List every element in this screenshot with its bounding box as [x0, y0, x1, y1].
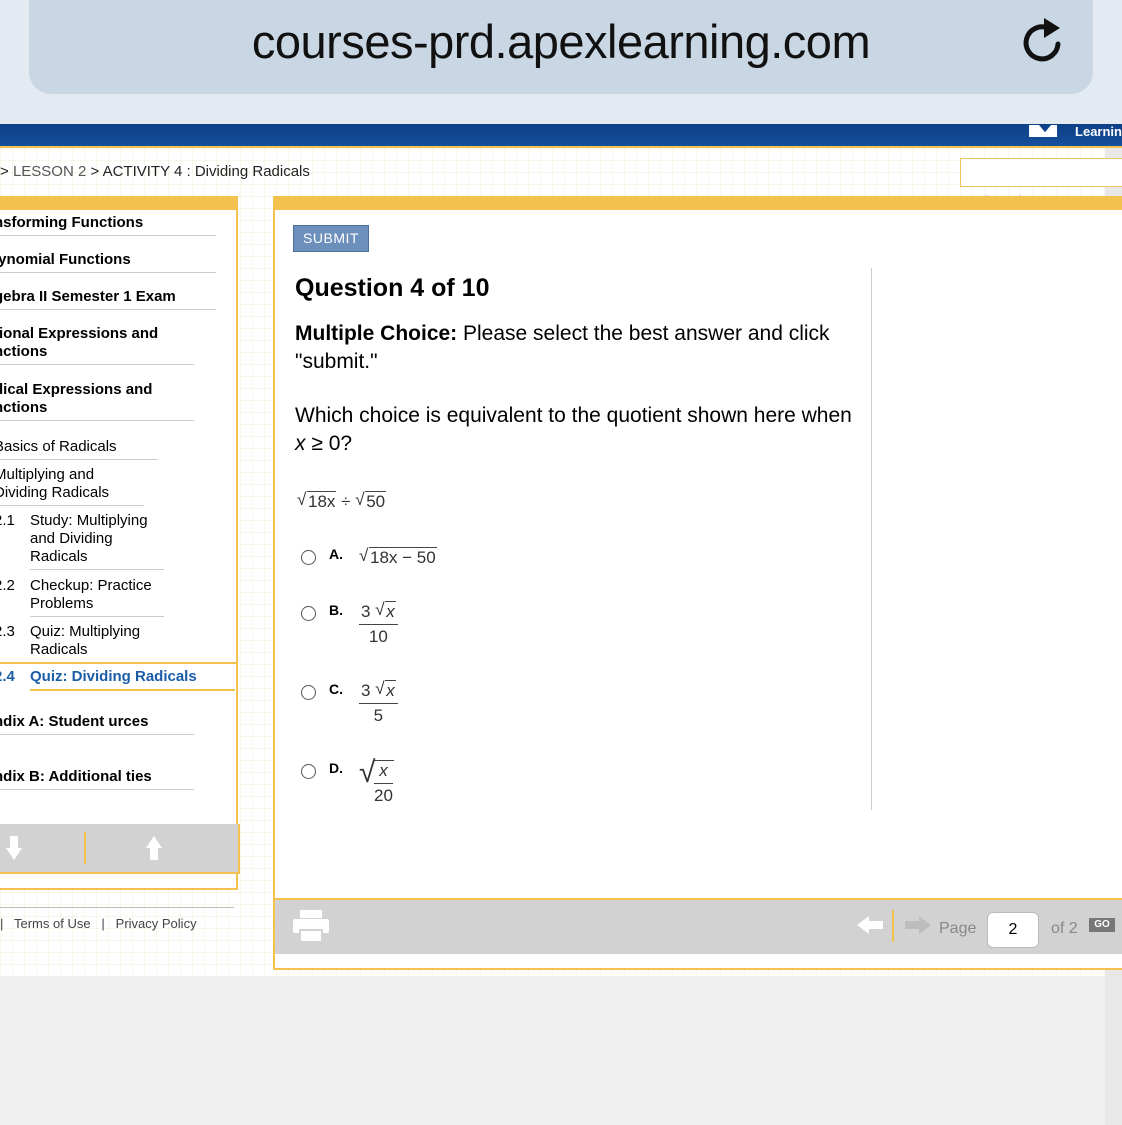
denominator: 20 — [374, 786, 393, 805]
breadcrumb: > LESSON 2 > ACTIVITY 4 : Dividing Radic… — [0, 163, 310, 180]
fraction: 3 √ x 5 — [359, 679, 398, 726]
sidebar-appendix[interactable]: ndix B: Additional ties — [0, 768, 194, 790]
terms-link[interactable]: Terms of Use — [14, 916, 91, 931]
page-total: of 2 — [1051, 920, 1078, 937]
sidebar-activity[interactable]: Checkup: Practice Problems — [30, 577, 164, 617]
sidebar-appendix[interactable]: ndix A: Student urces — [0, 713, 194, 735]
logo-mark-icon — [1029, 125, 1058, 137]
numerator: 3 √ x — [359, 600, 398, 625]
breadcrumb-sep: > — [0, 163, 13, 180]
choice-math: √ 18x − 50 — [359, 546, 437, 568]
prompt-condition: ≥ 0? — [305, 432, 353, 455]
sidebar-unit[interactable]: lynomial Functions — [0, 251, 216, 273]
activity-number-active: 2.4 — [0, 668, 15, 685]
browser-chrome: courses-prd.apexlearning.com — [0, 0, 1122, 124]
numerator: 3 √ x — [359, 679, 398, 704]
footer-sep: | — [101, 916, 105, 931]
breadcrumb-lesson[interactable]: LESSON 2 — [13, 163, 86, 180]
course-outline-sidebar: nsforming Functions lynomial Functions g… — [0, 196, 238, 890]
radio-button[interactable] — [301, 550, 316, 565]
pager-bar: Page 2 of 2 GO — [275, 898, 1122, 954]
go-button[interactable]: GO — [1089, 918, 1115, 932]
radicand: x — [385, 601, 396, 621]
prompt-variable: x — [295, 432, 306, 455]
arrow-down-icon[interactable] — [6, 836, 22, 860]
choice-math: 3 √ x 10 — [359, 600, 398, 647]
sidebar-unit[interactable]: tional Expressions and nctions — [0, 325, 194, 365]
denominator: 10 — [368, 627, 388, 646]
sidebar-unit[interactable]: dical Expressions and nctions — [0, 381, 194, 421]
reload-icon[interactable] — [1018, 14, 1068, 68]
prompt-text: Which choice is equivalent to the quotie… — [295, 404, 852, 427]
page: Learnin > LESSON 2 > ACTIVITY 4 : Dividi… — [0, 124, 1122, 1125]
numerator: x — [374, 761, 393, 784]
question-title: Question 4 of 10 — [295, 274, 490, 302]
radio-button[interactable] — [301, 685, 316, 700]
separator — [84, 832, 86, 864]
choice-letter: D. — [329, 760, 343, 776]
logo-text: Learnin — [1075, 124, 1122, 139]
sidebar-unit[interactable]: nsforming Functions — [0, 214, 216, 236]
url-text[interactable]: courses-prd.apexlearning.com — [0, 14, 1122, 69]
coefficient: 3 — [361, 602, 371, 621]
choice-math: √ x 20 — [359, 756, 394, 806]
sidebar-activity-active[interactable]: Quiz: Dividing Radicals — [30, 668, 235, 691]
choice-letter: C. — [329, 681, 343, 697]
radicand: 18x — [307, 491, 337, 511]
radical-expression: √ 50 — [355, 490, 387, 511]
coefficient: 3 — [361, 681, 371, 700]
sidebar-activity[interactable]: Quiz: Multiplying Radicals — [30, 623, 164, 663]
next-page-icon[interactable] — [905, 916, 931, 934]
fraction: 3 √ x 10 — [359, 600, 398, 647]
page-label: Page — [939, 920, 977, 937]
page-number-input[interactable]: 2 — [987, 912, 1039, 948]
question-panel: SUBMIT Question 4 of 10 Multiple Choice:… — [273, 196, 1122, 970]
column-divider — [871, 268, 872, 810]
radicand: x — [385, 680, 396, 700]
question-type-label: Multiple Choice: — [295, 322, 458, 345]
active-item-top-border — [0, 662, 236, 664]
sidebar-nav-footer — [0, 824, 240, 874]
radio-button[interactable] — [301, 764, 316, 779]
activity-number: 2.1 — [0, 512, 15, 529]
footer-sep: | — [0, 916, 4, 931]
activity-number: 2.2 — [0, 577, 15, 594]
radical-expression: √ 18x − 50 — [359, 546, 437, 567]
radicand: 18x − 50 — [369, 547, 437, 567]
radical-expression: √ x 20 — [359, 756, 394, 806]
sidebar-lesson[interactable]: Multiplying and Dividing Radicals — [0, 466, 144, 506]
fraction: x 20 — [373, 760, 394, 806]
question-prompt: Which choice is equivalent to the quotie… — [295, 402, 855, 458]
divide-operator: ÷ — [336, 492, 356, 511]
denominator: 5 — [373, 706, 384, 725]
sidebar-unit[interactable]: gebra II Semester 1 Exam — [0, 288, 216, 310]
apex-logo: Learnin — [1029, 124, 1122, 140]
breadcrumb-sep: > — [86, 163, 103, 180]
separator — [892, 910, 894, 942]
question-instructions: Multiple Choice: Please select the best … — [295, 320, 835, 376]
radio-button[interactable] — [301, 606, 316, 621]
choice-letter: B. — [329, 602, 343, 618]
choice-letter: A. — [329, 546, 343, 562]
search-input[interactable] — [960, 158, 1122, 187]
arrow-up-icon[interactable] — [146, 836, 162, 860]
sidebar-lesson[interactable]: Basics of Radicals — [0, 438, 158, 460]
radicand: 50 — [365, 491, 387, 511]
radical-expression: √ x — [375, 679, 396, 700]
privacy-link[interactable]: Privacy Policy — [116, 916, 197, 931]
question-expression: √ 18x ÷ √ 50 — [297, 490, 387, 512]
footer-divider — [0, 907, 234, 908]
sidebar-activity[interactable]: Study: Multiplying and Dividing Radicals — [30, 512, 164, 570]
choice-math: 3 √ x 5 — [359, 679, 398, 726]
radical-expression: √ 18x — [297, 490, 337, 511]
footer-links: | Terms of Use | Privacy Policy — [0, 916, 197, 931]
activity-number: 2.3 — [0, 623, 15, 640]
previous-page-icon[interactable] — [857, 916, 883, 934]
site-header: Learnin — [0, 124, 1122, 146]
submit-button[interactable]: SUBMIT — [293, 225, 369, 252]
print-icon[interactable] — [291, 908, 331, 944]
breadcrumb-activity: ACTIVITY 4 : Dividing Radicals — [102, 163, 310, 180]
radical-expression: √ x — [375, 600, 396, 621]
